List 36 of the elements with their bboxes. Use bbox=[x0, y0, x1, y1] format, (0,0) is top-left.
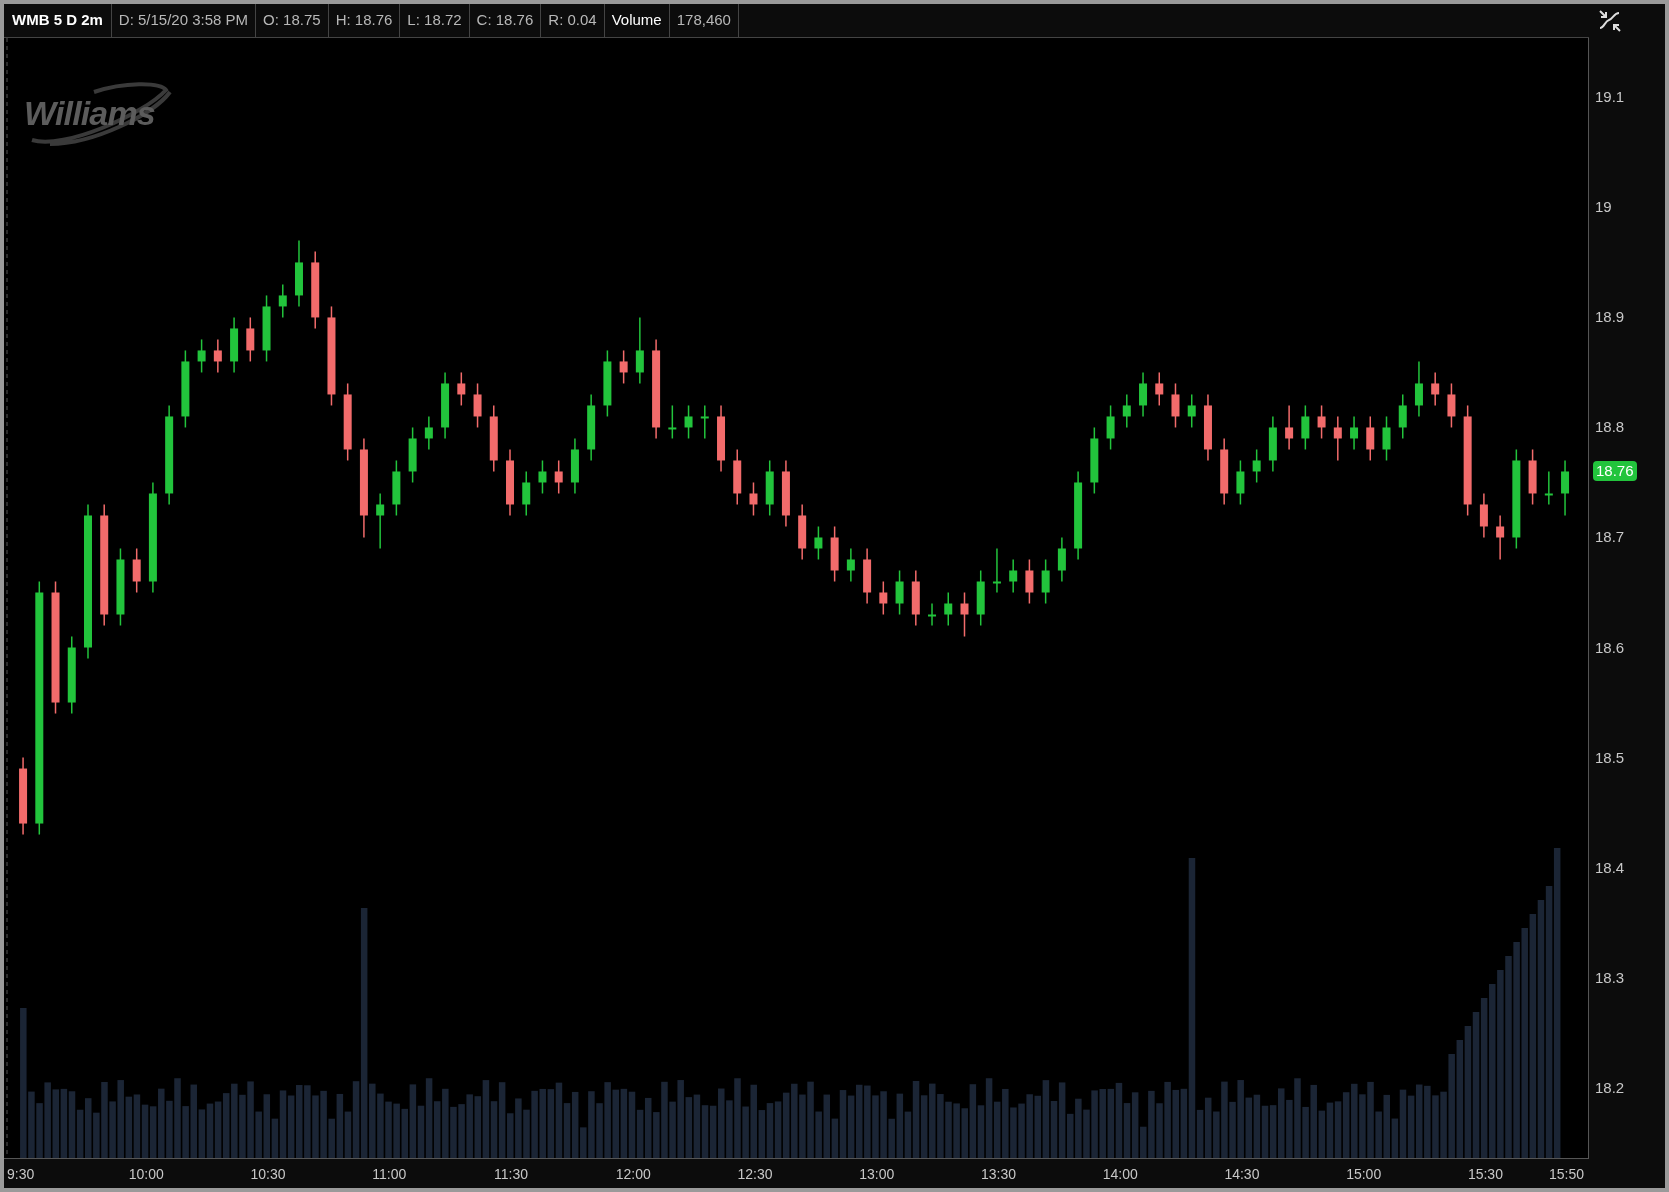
time-axis-label: 11:30 bbox=[494, 1165, 528, 1184]
time-axis-label: 14:30 bbox=[1224, 1165, 1260, 1184]
price-axis-label: 18.8 bbox=[1595, 418, 1625, 437]
time-axis-label: 13:30 bbox=[980, 1165, 1016, 1184]
time-axis-label: 14:00 bbox=[1102, 1165, 1138, 1184]
price-axis-label: 18.5 bbox=[1595, 748, 1625, 767]
price-axis-label: 19 bbox=[1595, 198, 1612, 217]
price-axis-label: 18.2 bbox=[1595, 1078, 1625, 1097]
time-axis-label: 10:30 bbox=[250, 1165, 286, 1184]
header-field: D: 5/15/20 3:58 PM bbox=[111, 4, 257, 37]
time-axis-label: 15:00 bbox=[1346, 1165, 1382, 1184]
symbol-label[interactable]: WMB 5 D 2m bbox=[4, 4, 112, 37]
collapse-arrows-icon[interactable] bbox=[1597, 9, 1623, 33]
time-axis-label: 9:30 bbox=[7, 1165, 35, 1184]
header-field: H: 18.76 bbox=[328, 4, 401, 37]
time-axis-label: 13:00 bbox=[859, 1165, 895, 1184]
time-axis-label: 12:30 bbox=[737, 1165, 773, 1184]
price-axis-label: 18.3 bbox=[1595, 968, 1625, 987]
time-axis-label: 11:00 bbox=[372, 1165, 407, 1184]
price-axis-label: 18.7 bbox=[1595, 528, 1625, 547]
time-axis-label: 15:50 bbox=[1549, 1165, 1585, 1184]
price-axis-label: 18.9 bbox=[1595, 308, 1625, 327]
time-axis-label: 10:00 bbox=[128, 1165, 164, 1184]
time-axis-label: 12:00 bbox=[615, 1165, 651, 1184]
price-axis-label: 18.6 bbox=[1595, 638, 1625, 657]
price-axis-label: 19.1 bbox=[1595, 88, 1625, 107]
header-field: Volume bbox=[604, 4, 670, 37]
time-axis-label: 15:30 bbox=[1467, 1165, 1503, 1184]
header-field: 178,460 bbox=[669, 4, 739, 37]
last-price-badge: 18.76 bbox=[1593, 461, 1637, 482]
header-field: L: 18.72 bbox=[400, 4, 470, 37]
company-logo: Williams bbox=[24, 78, 174, 148]
header-field: O: 18.75 bbox=[256, 4, 329, 37]
price-axis-label: 18.4 bbox=[1595, 858, 1625, 877]
header-field: R: 0.04 bbox=[541, 4, 605, 37]
header-field: C: 18.76 bbox=[469, 4, 542, 37]
